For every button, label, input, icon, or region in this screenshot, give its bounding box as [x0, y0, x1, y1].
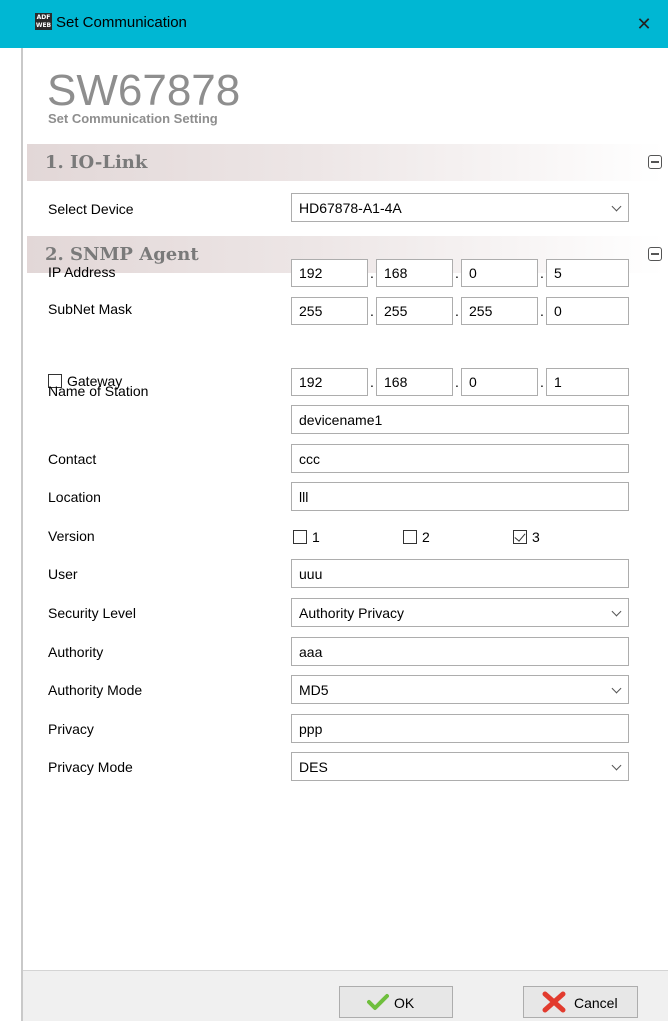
select-device-value: HD67878-A1-4A — [299, 200, 402, 216]
station-label: Name of Station — [48, 383, 149, 399]
security-level-label: Security Level — [48, 605, 136, 621]
mask-dot: . — [540, 303, 544, 319]
version-3-checkbox[interactable] — [513, 530, 527, 544]
version-1-label: 1 — [312, 529, 320, 545]
gateway-dot: . — [370, 374, 374, 390]
gateway-dot: . — [455, 374, 459, 390]
section-io-link-header[interactable]: 1. IO-Link — [27, 144, 664, 181]
version-3-label: 3 — [532, 529, 540, 545]
contact-input[interactable]: ccc — [291, 444, 629, 473]
authority-mode-label: Authority Mode — [48, 682, 143, 698]
mask-dot: . — [455, 303, 459, 319]
section-io-link-title: 1. IO-Link — [45, 152, 148, 173]
gateway-octet-4[interactable]: 1 — [546, 368, 629, 396]
authority-mode-dropdown[interactable]: MD5 — [291, 675, 629, 704]
location-input[interactable]: lll — [291, 482, 629, 511]
page-subtitle: Set Communication Setting — [48, 111, 218, 126]
authority-input[interactable]: aaa — [291, 637, 629, 666]
privacy-mode-value: DES — [299, 759, 328, 775]
security-level-value: Authority Privacy — [299, 605, 405, 621]
collapse-icon[interactable] — [648, 155, 662, 169]
mask-octet-3[interactable]: 255 — [461, 297, 538, 325]
authority-label: Authority — [48, 644, 104, 660]
ip-octet-3[interactable]: 0 — [461, 259, 538, 287]
ip-dot: . — [540, 265, 544, 281]
gateway-octet-1[interactable]: 192 — [291, 368, 368, 396]
ip-address-label: IP Address — [48, 264, 116, 280]
ip-octet-1[interactable]: 192 — [291, 259, 368, 287]
mask-octet-2[interactable]: 255 — [376, 297, 453, 325]
dialog-window: SW67878 Set Communication Setting 1. IO-… — [21, 48, 668, 1021]
station-input[interactable]: devicename1 — [291, 405, 629, 434]
chevron-down-icon — [613, 606, 620, 618]
collapse-icon[interactable] — [648, 247, 662, 261]
gateway-octet-3[interactable]: 0 — [461, 368, 538, 396]
gateway-dot: . — [540, 374, 544, 390]
check-icon — [367, 993, 389, 1014]
select-device-label: Select Device — [48, 201, 134, 217]
ip-dot: . — [370, 265, 374, 281]
chevron-down-icon — [613, 760, 620, 772]
cancel-label: Cancel — [574, 995, 618, 1011]
version-label: Version — [48, 528, 95, 544]
subnet-mask-label: SubNet Mask — [48, 301, 133, 317]
privacy-label: Privacy — [48, 721, 94, 737]
close-button[interactable]: ✕ — [630, 10, 658, 38]
privacy-mode-label: Privacy Mode — [48, 759, 133, 775]
authority-mode-value: MD5 — [299, 682, 329, 698]
mask-dot: . — [370, 303, 374, 319]
cancel-button[interactable]: Cancel — [523, 986, 638, 1018]
select-device-dropdown[interactable]: HD67878-A1-4A — [291, 193, 629, 222]
ip-octet-2[interactable]: 168 — [376, 259, 453, 287]
section-snmp-title: 2. SNMP Agent — [45, 244, 199, 265]
ok-button[interactable]: OK — [339, 986, 453, 1018]
user-label: User — [48, 566, 78, 582]
security-level-dropdown[interactable]: Authority Privacy — [291, 598, 629, 627]
window-title: Set Communication — [56, 14, 187, 31]
version-2-checkbox[interactable] — [403, 530, 417, 544]
footer-bar: OK Cancel — [23, 970, 668, 1021]
privacy-mode-dropdown[interactable]: DES — [291, 752, 629, 781]
header: SW67878 Set Communication Setting — [23, 48, 668, 143]
gateway-octet-2[interactable]: 168 — [376, 368, 453, 396]
contact-label: Contact — [48, 451, 97, 467]
user-input[interactable]: uuu — [291, 559, 629, 588]
model-title: SW67878 — [47, 66, 241, 115]
chevron-down-icon — [613, 201, 620, 213]
title-bar: ADF WEB Set Communication ✕ — [0, 0, 668, 48]
privacy-input[interactable]: ppp — [291, 714, 629, 743]
ip-octet-4[interactable]: 5 — [546, 259, 629, 287]
app-icon: ADF WEB — [35, 13, 52, 30]
ok-label: OK — [394, 995, 415, 1011]
version-1-checkbox[interactable] — [293, 530, 307, 544]
mask-octet-1[interactable]: 255 — [291, 297, 368, 325]
ip-dot: . — [455, 265, 459, 281]
chevron-down-icon — [613, 683, 620, 695]
x-icon — [542, 991, 566, 1016]
version-2-label: 2 — [422, 529, 430, 545]
mask-octet-4[interactable]: 0 — [546, 297, 629, 325]
location-label: Location — [48, 489, 101, 505]
